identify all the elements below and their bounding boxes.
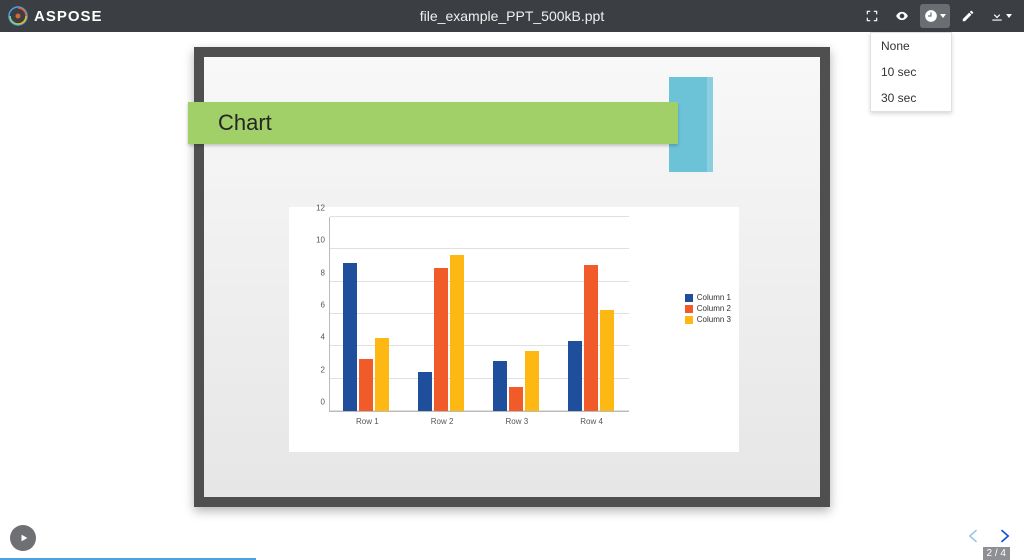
page-indicator: 2 / 4 <box>983 547 1010 560</box>
bar <box>600 310 614 411</box>
chevron-left-icon <box>964 526 984 546</box>
bar <box>450 255 464 411</box>
chart-legend: Column 1 Column 2 Column 3 <box>685 293 731 326</box>
bar-group <box>418 255 464 411</box>
slide-title: Chart <box>188 102 678 144</box>
brand-name: ASPOSE <box>34 8 103 25</box>
bar <box>359 359 373 411</box>
legend-item: Column 2 <box>685 304 731 313</box>
fullscreen-button[interactable] <box>860 4 884 28</box>
fullscreen-icon <box>865 9 879 23</box>
grid-line <box>330 248 629 249</box>
bar <box>509 387 523 411</box>
legend-swatch-icon <box>685 316 693 324</box>
y-axis-tick: 0 <box>321 398 325 407</box>
y-axis-tick: 8 <box>321 268 325 277</box>
top-toolbar: ASPOSE file_example_PPT_500kB.ppt <box>0 0 1024 32</box>
download-icon <box>990 9 1004 23</box>
bar <box>343 263 357 411</box>
grid-line <box>330 216 629 217</box>
eye-icon <box>895 9 909 23</box>
bar <box>375 338 389 411</box>
y-axis-tick: 10 <box>316 236 325 245</box>
legend-swatch-icon <box>685 305 693 313</box>
legend-swatch-icon <box>685 294 693 302</box>
timer-option-none[interactable]: None <box>871 33 951 59</box>
visibility-button[interactable] <box>890 4 914 28</box>
brand-logo: ASPOSE <box>8 6 103 26</box>
chevron-down-icon <box>1006 14 1012 18</box>
bar <box>493 361 507 411</box>
chevron-down-icon <box>940 14 946 18</box>
legend-label: Column 3 <box>697 315 731 324</box>
file-title: file_example_PPT_500kB.ppt <box>420 8 604 24</box>
y-axis-tick: 2 <box>321 365 325 374</box>
footer-nav <box>0 522 1024 560</box>
timer-option-30[interactable]: 30 sec <box>871 85 951 111</box>
timer-button[interactable] <box>920 4 950 28</box>
clock-icon <box>924 9 938 23</box>
bar-group <box>343 263 389 411</box>
bar <box>418 372 432 411</box>
y-axis-tick: 4 <box>321 333 325 342</box>
legend-label: Column 1 <box>697 293 731 302</box>
slide-frame: Chart 024681012Row 1Row 2Row 3Row 4 Colu… <box>194 47 830 507</box>
edit-icon <box>961 9 975 23</box>
chart-plot: 024681012Row 1Row 2Row 3Row 4 <box>329 217 629 412</box>
bar-group <box>568 265 614 411</box>
x-axis-tick: Row 4 <box>580 417 603 426</box>
legend-label: Column 2 <box>697 304 731 313</box>
x-axis-tick: Row 3 <box>506 417 529 426</box>
edit-button[interactable] <box>956 4 980 28</box>
x-axis-tick: Row 1 <box>356 417 379 426</box>
legend-item: Column 3 <box>685 315 731 324</box>
bar <box>584 265 598 411</box>
bar <box>568 341 582 411</box>
aspose-swirl-icon <box>8 6 28 26</box>
play-button[interactable] <box>10 525 36 551</box>
download-button[interactable] <box>986 4 1016 28</box>
slide: Chart 024681012Row 1Row 2Row 3Row 4 Colu… <box>204 57 820 497</box>
prev-slide-button[interactable] <box>964 526 984 551</box>
bar-group <box>493 351 539 411</box>
timer-option-10[interactable]: 10 sec <box>871 59 951 85</box>
chevron-right-icon <box>994 526 1014 546</box>
legend-item: Column 1 <box>685 293 731 302</box>
y-axis-tick: 6 <box>321 301 325 310</box>
play-icon <box>19 533 29 543</box>
timer-dropdown: None 10 sec 30 sec <box>870 32 952 112</box>
bar <box>525 351 539 411</box>
chart: 024681012Row 1Row 2Row 3Row 4 Column 1 C… <box>289 207 739 452</box>
toolbar-actions <box>860 4 1016 28</box>
x-axis-tick: Row 2 <box>431 417 454 426</box>
y-axis-tick: 12 <box>316 204 325 213</box>
bar <box>434 268 448 411</box>
